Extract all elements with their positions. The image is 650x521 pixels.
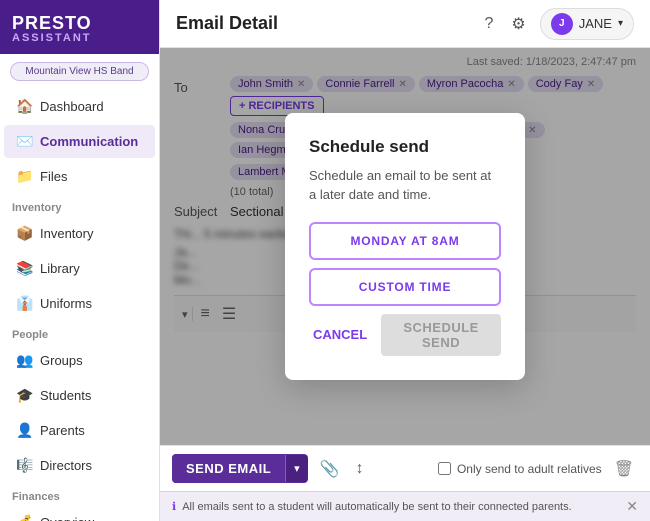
schedule-send-button[interactable]: SCHEDULE SEND: [381, 314, 501, 356]
attach-icon[interactable]: 📎: [316, 455, 344, 483]
inventory-section-label: Inventory: [0, 194, 159, 216]
app-logo: PRESTO ASSISTANT: [0, 0, 159, 54]
finances-icon: 💰: [16, 514, 32, 521]
info-icon: ℹ: [172, 500, 176, 513]
adult-label: Only send to adult relatives: [457, 462, 602, 476]
settings-button[interactable]: ⚙: [507, 10, 529, 38]
sidebar-item-label: Dashboard: [40, 99, 104, 114]
sidebar-item-overview[interactable]: 💰 Overview: [4, 506, 155, 521]
modal-title: Schedule send: [309, 137, 501, 157]
topbar-actions: ? ⚙ J JANE ▾: [480, 8, 634, 40]
sidebar-item-files[interactable]: 📁 Files: [4, 160, 155, 193]
sidebar-item-label: Inventory: [40, 226, 93, 241]
sidebar-item-groups[interactable]: 👥 Groups: [4, 344, 155, 377]
sidebar-item-parents[interactable]: 👤 Parents: [4, 414, 155, 447]
custom-time-button[interactable]: CUSTOM TIME: [309, 268, 501, 306]
folder-icon: 📁: [16, 168, 32, 185]
people-section-label: People: [0, 321, 159, 343]
send-email-button[interactable]: SEND EMAIL: [172, 454, 285, 483]
sidebar-item-label: Overview: [40, 515, 94, 521]
sidebar-item-label: Groups: [40, 353, 83, 368]
format-icon[interactable]: ↕: [352, 456, 368, 482]
sidebar-item-uniforms[interactable]: 👔 Uniforms: [4, 287, 155, 320]
adult-checkbox-area: Only send to adult relatives: [438, 462, 602, 476]
main-content: Email Detail ? ⚙ J JANE ▾ Last saved: 1/…: [160, 0, 650, 521]
sidebar-item-label: Library: [40, 261, 80, 276]
sidebar-item-label: Files: [40, 169, 67, 184]
modal-description: Schedule an email to be sent at a later …: [309, 167, 501, 203]
parents-icon: 👤: [16, 422, 32, 439]
page-title: Email Detail: [176, 13, 278, 34]
email-toolbar: SEND EMAIL ▾ 📎 ↕ Only send to adult rela…: [160, 445, 650, 491]
send-button-group: SEND EMAIL ▾: [172, 454, 308, 483]
sidebar-item-label: Uniforms: [40, 296, 92, 311]
user-name: JANE: [579, 16, 612, 31]
uniforms-icon: 👔: [16, 295, 32, 312]
sidebar-item-inventory[interactable]: 📦 Inventory: [4, 217, 155, 250]
info-message: All emails sent to a student will automa…: [182, 501, 572, 513]
sidebar-item-label: Students: [40, 388, 91, 403]
monday-8am-button[interactable]: MONDAY AT 8AM: [309, 222, 501, 260]
directors-icon: 🎼: [16, 457, 32, 474]
sidebar-item-label: Parents: [40, 423, 85, 438]
info-bar: ℹ All emails sent to a student will auto…: [160, 491, 650, 521]
delete-button[interactable]: 🗑: [610, 455, 638, 483]
modal-footer: CANCEL SCHEDULE SEND: [309, 314, 501, 356]
library-icon: 📚: [16, 260, 32, 277]
adult-only-checkbox[interactable]: [438, 462, 451, 475]
topbar: Email Detail ? ⚙ J JANE ▾: [160, 0, 650, 48]
app-name: PRESTO: [12, 14, 147, 32]
cancel-button[interactable]: CANCEL: [309, 314, 371, 356]
email-icon: ✉️: [16, 133, 32, 150]
info-bar-text: ℹ All emails sent to a student will auto…: [172, 500, 572, 513]
students-icon: 🎓: [16, 387, 32, 404]
sidebar-item-directors[interactable]: 🎼 Directors: [4, 449, 155, 482]
send-dropdown-button[interactable]: ▾: [285, 455, 308, 482]
sidebar-item-communication[interactable]: ✉️ Communication: [4, 125, 155, 158]
home-icon: 🏠: [16, 98, 32, 115]
sidebar-item-label: Communication: [40, 134, 138, 149]
schedule-send-modal: Schedule send Schedule an email to be se…: [285, 113, 525, 379]
user-menu[interactable]: J JANE ▾: [540, 8, 634, 40]
sidebar-item-students[interactable]: 🎓 Students: [4, 379, 155, 412]
info-close-button[interactable]: ✕: [626, 498, 638, 515]
app-sub: ASSISTANT: [12, 32, 147, 44]
avatar: J: [551, 13, 573, 35]
groups-icon: 👥: [16, 352, 32, 369]
org-badge[interactable]: Mountain View HS Band: [10, 62, 149, 81]
inventory-icon: 📦: [16, 225, 32, 242]
chevron-down-icon: ▾: [618, 18, 623, 29]
sidebar-item-dashboard[interactable]: 🏠 Dashboard: [4, 90, 155, 123]
sidebar-item-label: Directors: [40, 458, 92, 473]
sidebar: PRESTO ASSISTANT Mountain View HS Band 🏠…: [0, 0, 160, 521]
finances-section-label: Finances: [0, 483, 159, 505]
modal-overlay: Schedule send Schedule an email to be se…: [160, 48, 650, 445]
sidebar-item-library[interactable]: 📚 Library: [4, 252, 155, 285]
help-button[interactable]: ?: [480, 11, 497, 37]
